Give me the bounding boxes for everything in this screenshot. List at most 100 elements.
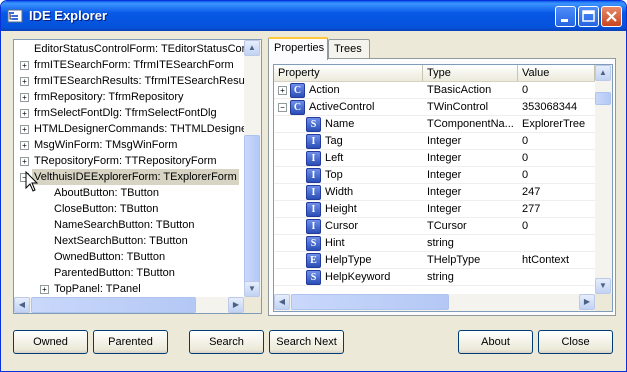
scroll-left-icon[interactable]: ◀ [14,297,30,313]
tree-item-label: CloseButton: TButton [54,203,159,215]
tree-item-label: frmITESearchResults: TfrmITESearchResult [34,75,244,87]
property-row[interactable]: E HelpType THelpType htContext [274,252,595,269]
scroll-down-icon[interactable]: ▼ [595,278,611,294]
property-row[interactable]: S Hint string [274,235,595,252]
tree-horizontal-scrollbar[interactable]: ◀ ▶ [14,297,244,313]
expand-icon[interactable]: + [20,77,29,86]
tab-properties[interactable]: Properties [268,37,328,60]
property-row[interactable]: S HelpKeyword string [274,269,595,286]
search-button[interactable]: Search [189,330,264,354]
tree-item-label: MsgWinForm: TMsgWinForm [34,139,178,151]
property-value[interactable]: 0 [519,218,596,234]
scroll-down-icon[interactable]: ▼ [244,281,260,297]
tree-item-label: frmITESearchForm: TfrmITESearchForm [34,59,234,71]
property-type: Integer [427,203,462,215]
tree-hscroll-thumb[interactable] [31,297,196,313]
scroll-right-icon[interactable]: ▶ [228,297,244,313]
property-type: TComponentNa... [427,118,514,130]
minimize-button[interactable] [555,6,576,27]
class-type-icon: C [290,83,305,98]
property-value[interactable]: 247 [519,184,596,200]
grid-hscroll-thumb[interactable] [291,294,449,310]
property-value[interactable]: ExplorerTree [519,116,596,132]
scroll-right-icon[interactable]: ▶ [579,294,595,310]
close-window-button[interactable] [601,6,622,27]
integer-type-icon: I [306,134,321,149]
property-name: Hint [325,237,345,249]
property-type: Integer [427,169,462,181]
scroll-up-icon[interactable]: ▲ [244,40,260,56]
tree-vertical-scrollbar[interactable]: ▲ ▼ [244,40,261,297]
expand-icon[interactable]: + [20,93,29,102]
integer-type-icon: I [306,185,321,200]
about-button[interactable]: About [458,330,533,354]
search-next-button[interactable]: Search Next [269,330,344,354]
property-value[interactable]: 0 [519,133,596,149]
expand-icon[interactable]: + [20,61,29,70]
property-value[interactable]: 353068344 [519,99,596,115]
expand-icon[interactable]: + [40,285,49,294]
tree-item-label: EditorStatusControlForm: TEditorStatusCo… [34,43,244,55]
property-row[interactable]: I Top Integer 0 [274,167,595,184]
property-value[interactable]: 0 [519,150,596,166]
property-type: THelpType [427,254,481,266]
column-header-value[interactable]: Value [518,65,595,81]
property-type: Integer [427,186,462,198]
property-value[interactable] [519,269,596,285]
property-row[interactable]: I Tag Integer 0 [274,133,595,150]
property-row[interactable]: I Width Integer 247 [274,184,595,201]
collapse-icon[interactable]: − [278,103,287,112]
property-name: Name [325,118,355,130]
property-value[interactable]: 277 [519,201,596,217]
property-name: HelpKeyword [325,271,391,283]
tree-scroll-thumb[interactable] [244,135,260,290]
property-row[interactable]: I Cursor TCursor 0 [274,218,595,235]
property-row[interactable]: I Height Integer 277 [274,201,595,218]
window-title: IDE Explorer [29,8,108,23]
title-bar[interactable]: IDE Explorer [1,1,626,31]
property-type: TBasicAction [427,84,492,96]
parented-button[interactable]: Parented [93,330,168,354]
grid-vertical-scrollbar[interactable]: ▲ ▼ [595,65,612,294]
tab-trees[interactable]: Trees [328,39,370,59]
property-name: Cursor [325,220,359,232]
owned-button[interactable]: Owned [13,330,88,354]
expand-icon[interactable]: + [20,125,29,134]
maximize-button[interactable] [578,6,599,27]
maximize-icon [582,10,595,22]
property-name: ActiveControl [309,101,375,113]
property-row[interactable]: I Left Integer 0 [274,150,595,167]
integer-type-icon: I [306,151,321,166]
scroll-up-icon[interactable]: ▲ [595,65,611,81]
property-value[interactable]: 0 [519,167,596,183]
property-name: Height [325,203,357,215]
column-header-property[interactable]: Property [274,65,423,81]
expand-icon[interactable]: + [20,157,29,166]
property-name: HelpType [325,254,372,266]
property-row[interactable]: − C ActiveControl TWinControl 353068344 [274,99,595,116]
tree-item-label: frmRepository: TfrmRepository [34,91,184,103]
property-value[interactable]: htContext [519,252,596,268]
property-grid[interactable]: Property Type Value + C Action TBasicAction… [273,64,613,312]
tree-item-label: TRepositoryForm: TTRepositoryForm [34,155,217,167]
property-row[interactable]: + C Action TBasicAction 0 [274,82,595,99]
property-type: Integer [427,152,462,164]
column-header-type[interactable]: Type [423,65,518,81]
integer-type-icon: I [306,168,321,183]
property-row[interactable]: S Name TComponentNa... ExplorerTree [274,116,595,133]
close-button[interactable]: Close [538,330,613,354]
expand-icon[interactable]: + [278,86,287,95]
property-value[interactable] [519,235,596,251]
property-value[interactable]: 0 [519,82,596,98]
minimize-icon [561,19,568,22]
grid-horizontal-scrollbar[interactable]: ◀ ▶ [274,294,595,311]
scroll-left-icon[interactable]: ◀ [274,294,290,310]
property-name: Top [325,169,343,181]
component-tree[interactable]: EditorStatusControlForm: TEditorStatusCo… [13,39,262,314]
string-type-icon: S [306,270,321,285]
expand-icon[interactable]: + [20,141,29,150]
properties-tab-page: Property Type Value + C Action TBasicAction… [268,58,616,316]
property-type: string [427,271,454,283]
expand-icon[interactable]: + [20,109,29,118]
grid-scroll-thumb[interactable] [595,92,611,105]
